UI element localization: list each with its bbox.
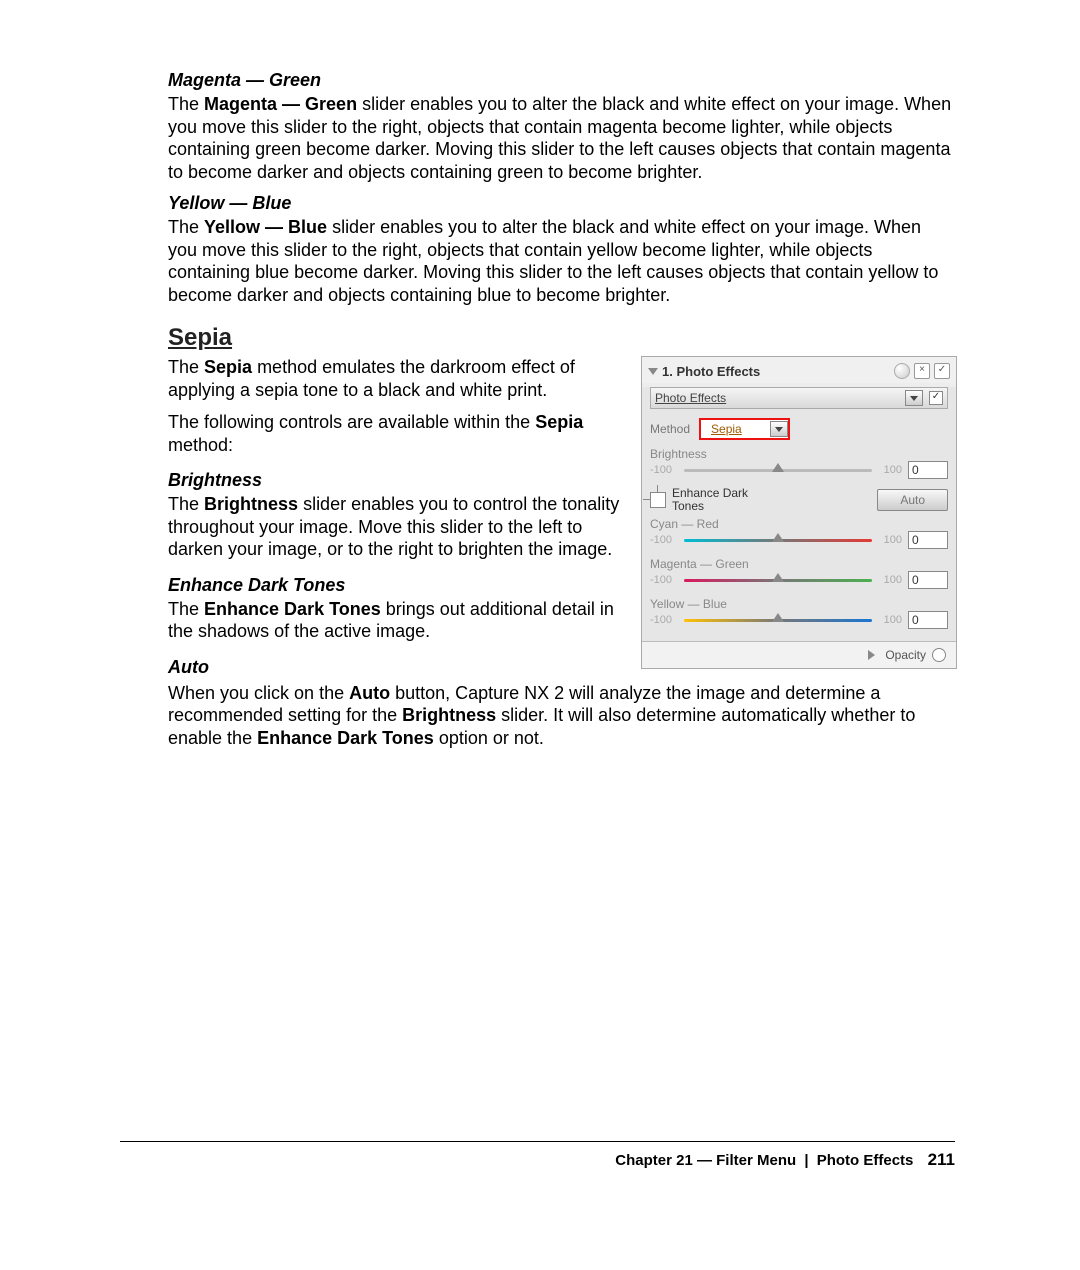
para-sepia-1: The Sepia method emulates the darkroom e… <box>168 356 621 401</box>
cyan-red-label: Cyan — Red <box>650 517 948 531</box>
brightness-max: 100 <box>878 464 902 476</box>
para-magenta-green: The Magenta — Green slider enables you t… <box>168 93 955 183</box>
text-bold: Enhance Dark Tones <box>257 728 434 748</box>
para-brightness: The Brightness slider enables you to con… <box>168 493 621 561</box>
heading-sepia: Sepia <box>168 324 955 352</box>
collapse-icon[interactable] <box>648 368 658 375</box>
panel-title: 1. Photo Effects <box>662 364 894 379</box>
effect-enable-checkbox[interactable]: ✓ <box>929 391 943 405</box>
magenta-green-label: Magenta — Green <box>650 557 948 571</box>
enhance-row: Enhance Dark Tones Auto <box>650 487 948 513</box>
text: option or not. <box>434 728 544 748</box>
footer-divider: | <box>804 1152 808 1169</box>
text: The <box>168 599 204 619</box>
yellow-blue-min: -100 <box>650 614 678 626</box>
brightness-label: Brightness <box>650 447 948 461</box>
text: Tones <box>672 499 704 513</box>
magenta-green-min: -100 <box>650 574 678 586</box>
text: Enhance Dark <box>672 486 748 500</box>
magenta-green-value-input[interactable]: 0 <box>908 571 948 589</box>
para-sepia-2: The following controls are available wit… <box>168 411 621 456</box>
slider-thumb-icon[interactable] <box>772 463 784 472</box>
panel-title-row: 1. Photo Effects × ✓ <box>642 357 956 383</box>
heading-yellow-blue: Yellow — Blue <box>168 193 955 214</box>
enhance-label: Enhance Dark Tones <box>672 487 748 513</box>
text-bold: Yellow — Blue <box>204 217 327 237</box>
para-yellow-blue: The Yellow — Blue slider enables you to … <box>168 216 955 306</box>
heading-magenta-green: Magenta — Green <box>168 70 955 91</box>
heading-enhance: Enhance Dark Tones <box>168 575 621 596</box>
para-enhance: The Enhance Dark Tones brings out additi… <box>168 598 621 643</box>
yellow-blue-slider-block: Yellow — Blue -100 100 0 <box>650 597 948 629</box>
opacity-radio[interactable] <box>932 648 946 662</box>
yellow-blue-value-input[interactable]: 0 <box>908 611 948 629</box>
yellow-blue-slider[interactable] <box>684 615 872 625</box>
text-bold: Auto <box>349 683 390 703</box>
effect-dropdown[interactable]: Photo Effects ✓ <box>650 387 948 409</box>
page-footer: Chapter 21 — Filter Menu | Photo Effects… <box>120 1141 955 1170</box>
cyan-red-value-input[interactable]: 0 <box>908 531 948 549</box>
brightness-slider-block: Brightness -100 100 0 <box>650 447 948 479</box>
method-select[interactable]: Sepia <box>700 419 789 439</box>
text: The following controls are available wit… <box>168 412 535 432</box>
effect-dropdown-label: Photo Effects <box>655 391 905 405</box>
apply-checkbox[interactable]: ✓ <box>934 363 950 379</box>
magenta-green-max: 100 <box>878 574 902 586</box>
footer-section: Photo Effects <box>817 1152 914 1169</box>
magenta-green-slider[interactable] <box>684 575 872 585</box>
text: The <box>168 494 204 514</box>
text-bold: Enhance Dark Tones <box>204 599 381 619</box>
yellow-blue-label: Yellow — Blue <box>650 597 948 611</box>
text-bold: Brightness <box>402 705 496 725</box>
text: When you click on the <box>168 683 349 703</box>
auto-button[interactable]: Auto <box>877 489 948 511</box>
brightness-min: -100 <box>650 464 678 476</box>
brightness-value-input[interactable]: 0 <box>908 461 948 479</box>
magenta-green-slider-block: Magenta — Green -100 100 0 <box>650 557 948 589</box>
method-row: Method Sepia <box>650 415 948 447</box>
opacity-row: Opacity <box>642 641 956 668</box>
text: The <box>168 217 204 237</box>
text-bold: Sepia <box>535 412 583 432</box>
cyan-red-min: -100 <box>650 534 678 546</box>
expand-icon[interactable] <box>868 650 875 660</box>
photo-effects-panel: 1. Photo Effects × ✓ Photo Effects ✓ Me <box>641 356 957 669</box>
para-auto: When you click on the Auto button, Captu… <box>168 682 955 750</box>
text: method: <box>168 435 233 455</box>
enhance-checkbox[interactable] <box>650 492 666 508</box>
slider-thumb-icon[interactable] <box>772 613 784 622</box>
cyan-red-slider[interactable] <box>684 535 872 545</box>
heading-auto: Auto <box>168 657 621 678</box>
method-label: Method <box>650 422 690 436</box>
text-bold: Magenta — Green <box>204 94 357 114</box>
opacity-label: Opacity <box>885 648 926 662</box>
page-number: 211 <box>928 1150 955 1169</box>
footer-chapter: Chapter 21 — Filter Menu <box>615 1152 796 1169</box>
text-bold: Sepia <box>204 357 252 377</box>
text: The <box>168 357 204 377</box>
cyan-red-max: 100 <box>878 534 902 546</box>
document-page: Magenta — Green The Magenta — Green slid… <box>0 0 1080 1270</box>
close-icon[interactable]: × <box>914 363 930 379</box>
reset-icon[interactable] <box>894 363 910 379</box>
text-bold: Brightness <box>204 494 298 514</box>
cyan-red-slider-block: Cyan — Red -100 100 0 <box>650 517 948 549</box>
chevron-down-icon[interactable] <box>770 421 788 437</box>
brightness-slider[interactable] <box>684 465 872 475</box>
heading-brightness: Brightness <box>168 470 621 491</box>
chevron-down-icon[interactable] <box>905 390 923 406</box>
yellow-blue-max: 100 <box>878 614 902 626</box>
method-value: Sepia <box>701 420 770 438</box>
photo-effects-panel-wrap: 1. Photo Effects × ✓ Photo Effects ✓ Me <box>641 356 955 680</box>
text: The <box>168 94 204 114</box>
slider-thumb-icon[interactable] <box>772 573 784 582</box>
panel-title-icons: × ✓ <box>894 363 950 379</box>
slider-thumb-icon[interactable] <box>772 533 784 542</box>
